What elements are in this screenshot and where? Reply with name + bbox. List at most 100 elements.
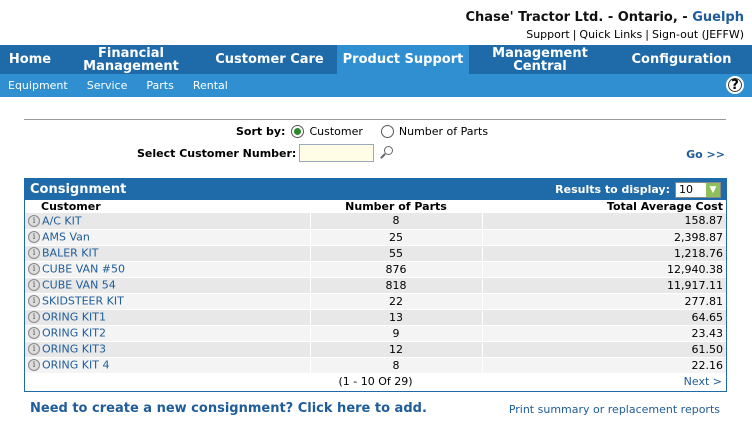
divider: [24, 119, 726, 120]
support-link[interactable]: Support: [526, 28, 569, 41]
top-links: Support | Quick Links | Sign-out (JEFFW): [526, 28, 744, 41]
main-nav: Home Financial Management Customer Care …: [0, 45, 752, 74]
help-icon[interactable]: ?: [726, 76, 744, 94]
customer-link[interactable]: ORING KIT3: [42, 343, 106, 356]
customer-link[interactable]: AMS Van: [42, 231, 90, 244]
parts-cell: 9: [309, 325, 483, 342]
next-page-link[interactable]: Next >: [684, 375, 722, 388]
table-row: i AMS Van 25 2,398.87: [25, 229, 726, 246]
cost-cell: 11,917.11: [482, 277, 726, 294]
subtab-equipment[interactable]: Equipment: [8, 79, 68, 92]
tab-management-central[interactable]: Management Central: [469, 45, 611, 74]
search-icon[interactable]: [379, 145, 395, 161]
cost-cell: 64.65: [482, 309, 726, 326]
table-row: i A/C KIT 8 158.87: [25, 213, 726, 230]
customer-cell: i BALER KIT: [25, 245, 310, 262]
subtab-parts[interactable]: Parts: [146, 79, 173, 92]
sort-parts-radio[interactable]: [380, 125, 394, 138]
results-select[interactable]: 10 ▼: [675, 181, 721, 198]
results-to-display: Results to display: 10 ▼: [555, 181, 721, 198]
parts-cell: 8: [309, 213, 483, 230]
info-icon[interactable]: i: [28, 263, 40, 276]
info-icon[interactable]: i: [28, 231, 40, 244]
customer-cell: i ORING KIT2: [25, 325, 310, 342]
consignment-panel: Consignment Results to display: 10 ▼ Cus…: [24, 178, 727, 392]
chevron-down-icon[interactable]: ▼: [706, 182, 720, 197]
table-body: i A/C KIT 8 158.87 i AMS Van 25 2,398.87 i BALER …: [25, 213, 726, 374]
cost-cell: 23.43: [482, 325, 726, 342]
parts-cell: 55: [309, 245, 483, 262]
customer-cell: i ORING KIT3: [25, 341, 310, 358]
cost-cell: 61.50: [482, 341, 726, 358]
cost-cell: 277.81: [482, 293, 726, 310]
cost-cell: 22.16: [482, 357, 726, 374]
table-row: i BALER KIT 55 1,218.76: [25, 245, 726, 262]
sign-out-link[interactable]: Sign-out (JEFFW): [652, 28, 744, 41]
go-link[interactable]: Go >>: [686, 148, 725, 161]
info-icon[interactable]: i: [28, 247, 40, 260]
parts-cell: 25: [309, 229, 483, 246]
cost-cell: 12,940.38: [482, 261, 726, 278]
sub-nav: Equipment Service Parts Rental: [0, 74, 752, 97]
table-row: i ORING KIT1 13 64.65: [25, 309, 726, 326]
sort-customer-label[interactable]: Customer: [309, 125, 362, 138]
customer-link[interactable]: BALER KIT: [42, 247, 98, 260]
customer-link[interactable]: ORING KIT1: [42, 311, 106, 324]
column-header-cost: Total Average Cost: [606, 200, 723, 213]
print-reports-link[interactable]: Print summary or replacement reports: [509, 403, 720, 416]
customer-link[interactable]: CUBE VAN 54: [42, 279, 116, 292]
results-label: Results to display:: [555, 183, 670, 196]
sort-customer-radio[interactable]: [291, 125, 305, 138]
sort-row: Sort by: Customer Number of Parts: [236, 125, 506, 138]
parts-cell: 8: [309, 357, 483, 374]
info-icon[interactable]: i: [28, 295, 40, 308]
cost-cell: 2,398.87: [482, 229, 726, 246]
customer-cell: i ORING KIT1: [25, 309, 310, 326]
info-icon[interactable]: i: [28, 311, 40, 324]
table-row: i SKIDSTEER KIT 22 277.81: [25, 293, 726, 310]
tab-home[interactable]: Home: [0, 45, 60, 74]
customer-cell: i A/C KIT: [25, 213, 310, 230]
info-icon[interactable]: i: [28, 359, 40, 372]
info-icon[interactable]: i: [28, 279, 40, 292]
table-row: i ORING KIT2 9 23.43: [25, 325, 726, 342]
subtab-rental[interactable]: Rental: [193, 79, 228, 92]
quick-links-link[interactable]: Quick Links: [579, 28, 642, 41]
new-consignment-link[interactable]: Need to create a new consignment? Click …: [30, 401, 427, 416]
table-row: i CUBE VAN 54 818 11,917.11: [25, 277, 726, 294]
results-value: 10: [679, 183, 693, 196]
parts-cell: 12: [309, 341, 483, 358]
parts-cell: 818: [309, 277, 483, 294]
parts-cell: 22: [309, 293, 483, 310]
customer-link[interactable]: ORING KIT2: [42, 327, 106, 340]
customer-number-input[interactable]: [299, 144, 375, 162]
column-header-parts: Number of Parts: [345, 200, 447, 213]
cost-cell: 1,218.76: [482, 245, 726, 262]
info-icon[interactable]: i: [28, 343, 40, 356]
customer-cell: i ORING KIT 4: [25, 357, 310, 374]
table-row: i ORING KIT3 12 61.50: [25, 341, 726, 358]
tab-product-support[interactable]: Product Support: [337, 45, 469, 74]
pager: (1 - 10 Of 29) Next >: [25, 375, 726, 389]
location-link[interactable]: Guelph: [692, 10, 744, 25]
customer-link[interactable]: SKIDSTEER KIT: [42, 295, 124, 308]
table-header-row: Customer Number of Parts Total Average C…: [25, 200, 726, 213]
tab-financial-management[interactable]: Financial Management: [60, 45, 202, 74]
column-header-customer: Customer: [41, 200, 101, 213]
info-icon[interactable]: i: [28, 327, 40, 340]
company-name: Chase' Tractor Ltd. - Ontario, -: [465, 10, 693, 25]
cost-cell: 158.87: [482, 213, 726, 230]
tab-customer-care[interactable]: Customer Care: [202, 45, 337, 74]
customer-link[interactable]: CUBE VAN #50: [42, 263, 125, 276]
sort-parts-label[interactable]: Number of Parts: [399, 125, 488, 138]
info-icon[interactable]: i: [28, 215, 40, 227]
customer-link[interactable]: A/C KIT: [42, 215, 82, 228]
customer-cell: i SKIDSTEER KIT: [25, 293, 310, 310]
panel-title: Consignment: [30, 182, 127, 197]
tab-configuration[interactable]: Configuration: [611, 45, 752, 74]
customer-cell: i AMS Van: [25, 229, 310, 246]
subtab-service[interactable]: Service: [87, 79, 128, 92]
parts-cell: 876: [309, 261, 483, 278]
customer-link[interactable]: ORING KIT 4: [42, 359, 109, 372]
table-row: i ORING KIT 4 8 22.16: [25, 357, 726, 374]
